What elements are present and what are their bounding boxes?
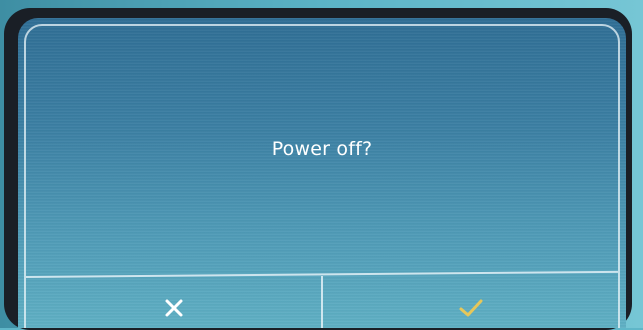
close-icon bbox=[165, 299, 182, 317]
dialog-button-bar bbox=[26, 270, 618, 328]
dialog-screen: Power off? bbox=[18, 18, 626, 328]
dialog-message: Power off? bbox=[271, 138, 373, 160]
cancel-button[interactable] bbox=[26, 276, 323, 328]
device-bezel: Power off? bbox=[4, 8, 632, 330]
check-icon bbox=[459, 299, 482, 317]
confirm-button[interactable] bbox=[323, 276, 618, 328]
